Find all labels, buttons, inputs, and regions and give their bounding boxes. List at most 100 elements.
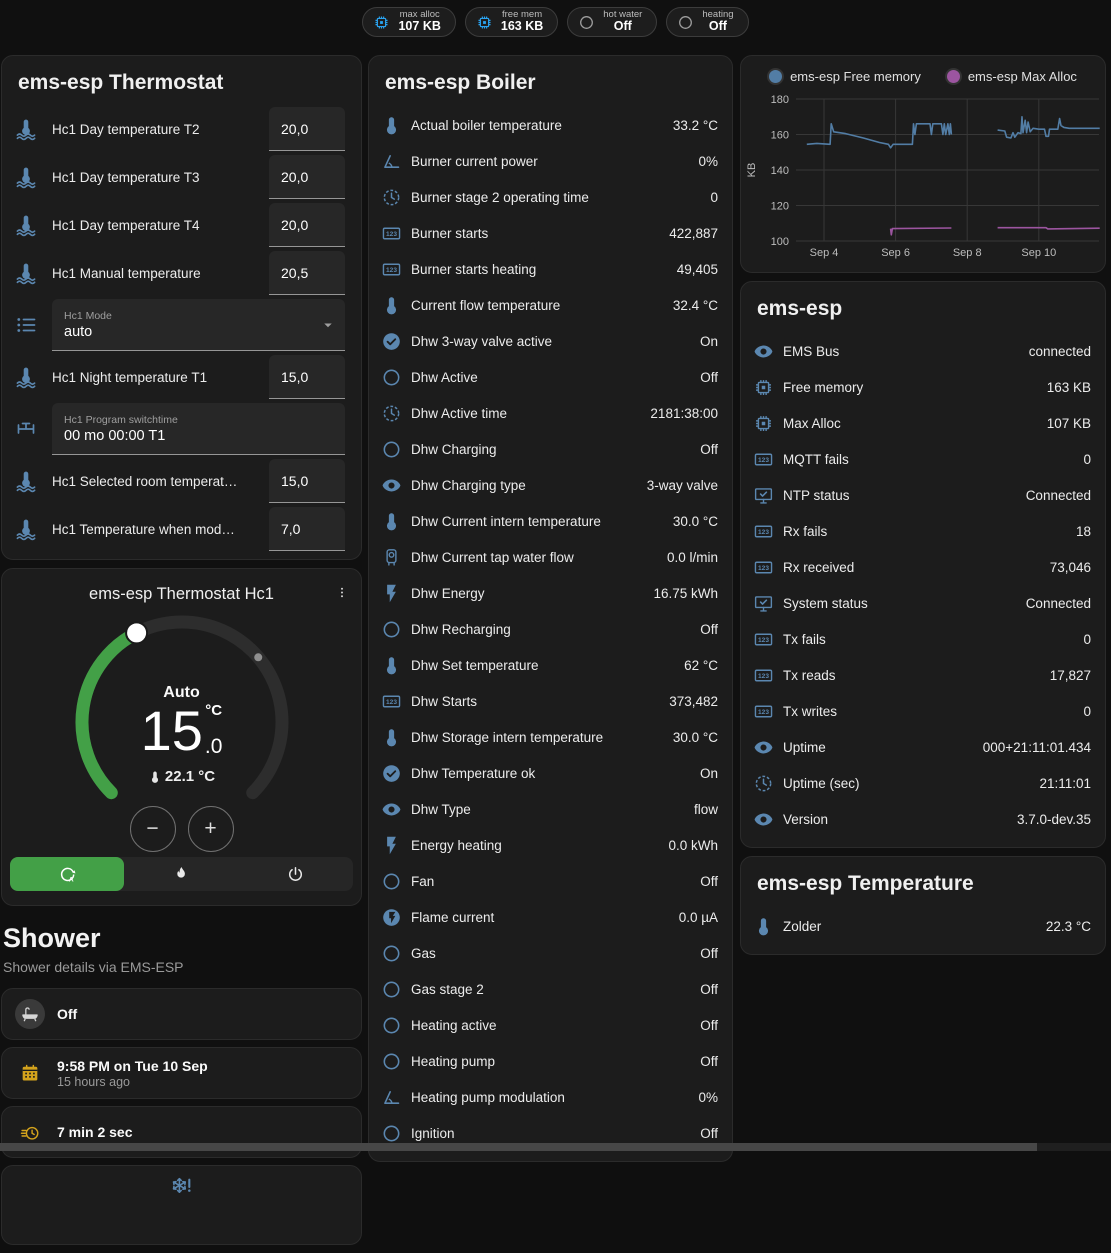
entity-row[interactable]: Dhw Active time2181:38:00 [369,395,732,431]
entity-row[interactable]: Uptime (sec)21:11:01 [741,765,1105,801]
number-input[interactable]: 20,0 [269,107,345,151]
chip-icon [373,14,390,31]
mode-power-button[interactable] [239,857,353,891]
entity-row[interactable]: Dhw RechargingOff [369,611,732,647]
chip-icon [476,14,493,31]
number-input-value: 20,0 [281,169,308,185]
circle-icon [381,1015,402,1036]
frost-alert-card[interactable] [1,1165,362,1245]
entity-row[interactable]: Burner stage 2 operating time0 [369,179,732,215]
thermometer-icon [381,295,402,316]
mode-select[interactable]: Hc1 Modeauto [52,299,345,351]
entity-row[interactable]: System statusConnected [741,585,1105,621]
increase-temp-button[interactable]: + [188,806,234,852]
memory-history-chart[interactable]: 100120140160180Sep 4Sep 6Sep 8Sep 10KB [741,56,1105,272]
entity-value: Connected [1026,488,1091,503]
number-input[interactable]: 15,0 [269,355,345,399]
entity-row[interactable]: Tx reads17,827 [741,657,1105,693]
thermometer-icon [381,655,402,676]
number-row: Hc1 Temperature when mod…7,0 [14,505,345,553]
entity-row[interactable]: Energy heating0.0 kWh [369,827,732,863]
entity-label: Heating active [411,1018,690,1033]
entity-row[interactable]: Dhw Energy16.75 kWh [369,575,732,611]
entity-row[interactable]: Current flow temperature32.4 °C [369,287,732,323]
entity-row[interactable]: Heating pump modulation0% [369,1079,732,1115]
entity-row[interactable]: Rx fails18 [741,513,1105,549]
entity-row[interactable]: Zolder22.3 °C [741,908,1105,944]
entity-row[interactable]: Free memory163 KB [741,369,1105,405]
number-input[interactable]: 7,0 [269,507,345,551]
number-input[interactable]: 20,5 [269,251,345,295]
badge-heating[interactable]: heatingOff [666,7,748,37]
circle-icon [381,1123,402,1144]
svg-text:160: 160 [771,130,789,142]
entity-value: Off [700,1054,718,1069]
number-input[interactable]: 15,0 [269,459,345,503]
number-input[interactable]: 20,0 [269,155,345,199]
field-value: auto [64,324,315,340]
counter-icon [381,691,402,712]
entity-row[interactable]: MQTT fails0 [741,441,1105,477]
badge-value: Off [603,20,642,34]
entity-value: Off [700,1126,718,1141]
entity-row[interactable]: Tx fails0 [741,621,1105,657]
entity-row[interactable]: Dhw Temperature okOn [369,755,732,791]
horizontal-scrollbar-track[interactable] [0,1143,1111,1151]
entity-row[interactable]: Uptime000+21:11:01.434 [741,729,1105,765]
entity-value: 0 [1083,704,1091,719]
shower-tile[interactable]: 9:58 PM on Tue 10 Sep15 hours ago [1,1047,362,1099]
badge-free-mem[interactable]: free mem163 KB [465,7,558,37]
badge-hot-water[interactable]: hot waterOff [567,7,657,37]
legend-item[interactable]: ems-esp Max Alloc [947,69,1077,84]
entity-row[interactable]: FanOff [369,863,732,899]
entity-row[interactable]: Tx writes0 [741,693,1105,729]
entity-row[interactable]: Burner starts heating49,405 [369,251,732,287]
entity-value: 0% [698,154,718,169]
decrease-temp-button[interactable]: − [130,806,176,852]
dial-card-title: ems-esp Thermostat Hc1 [2,569,361,604]
legend-item[interactable]: ems-esp Free memory [769,69,921,84]
number-row: Hc1 Day temperature T420,0 [14,201,345,249]
more-options-button[interactable] [329,579,355,605]
entity-row[interactable]: NTP statusConnected [741,477,1105,513]
ha-dashboard: max alloc107 KB free mem163 KB hot waterOf… [0,0,1111,1151]
badge-text: heatingOff [702,10,733,34]
entity-value: 62 °C [684,658,718,673]
mode-flame-button[interactable] [124,857,238,891]
entity-row[interactable]: EMS Busconnected [741,333,1105,369]
entity-row[interactable]: Dhw 3-way valve activeOn [369,323,732,359]
entity-row[interactable]: Max Alloc107 KB [741,405,1105,441]
entity-label: Tx fails [783,632,1073,647]
entity-row[interactable]: Heating pumpOff [369,1043,732,1079]
number-input[interactable]: 20,0 [269,203,345,247]
entity-row[interactable]: Dhw Current tap water flow0.0 l/min [369,539,732,575]
entity-row[interactable]: Dhw Current intern temperature30.0 °C [369,503,732,539]
horizontal-scrollbar-thumb[interactable] [0,1143,1037,1151]
entity-row[interactable]: Dhw Charging type3-way valve [369,467,732,503]
entity-row[interactable]: Dhw Storage intern temperature30.0 °C [369,719,732,755]
entity-row[interactable]: Dhw Set temperature62 °C [369,647,732,683]
circle-icon [578,14,595,31]
entity-row[interactable]: Version3.7.0-dev.35 [741,801,1105,837]
entity-row[interactable]: Dhw Typeflow [369,791,732,827]
entity-row[interactable]: Burner starts422,887 [369,215,732,251]
entity-row[interactable]: Dhw Starts373,482 [369,683,732,719]
middle-column: ems-esp Boiler Actual boiler temperature… [368,55,733,1170]
entity-row[interactable]: Heating activeOff [369,1007,732,1043]
circle-icon [381,619,402,640]
entity-row[interactable]: Dhw ActiveOff [369,359,732,395]
entity-row[interactable]: Dhw ChargingOff [369,431,732,467]
entity-row[interactable]: Flame current0.0 µA [369,899,732,935]
mode-auto-button[interactable] [10,857,124,891]
entity-row[interactable]: GasOff [369,935,732,971]
entity-row[interactable]: Actual boiler temperature33.2 °C [369,107,732,143]
entity-row[interactable]: Rx received73,046 [741,549,1105,585]
shower-tile[interactable]: Off [1,988,362,1040]
entity-row[interactable]: Gas stage 2Off [369,971,732,1007]
text-input[interactable]: Hc1 Program switchtime00 mo 00:00 T1 [52,403,345,455]
flash-icon [381,583,402,604]
badge-max-alloc[interactable]: max alloc107 KB [362,7,455,37]
eye-icon [753,809,774,830]
entity-label: Rx received [783,560,1040,575]
entity-row[interactable]: Burner current power0% [369,143,732,179]
